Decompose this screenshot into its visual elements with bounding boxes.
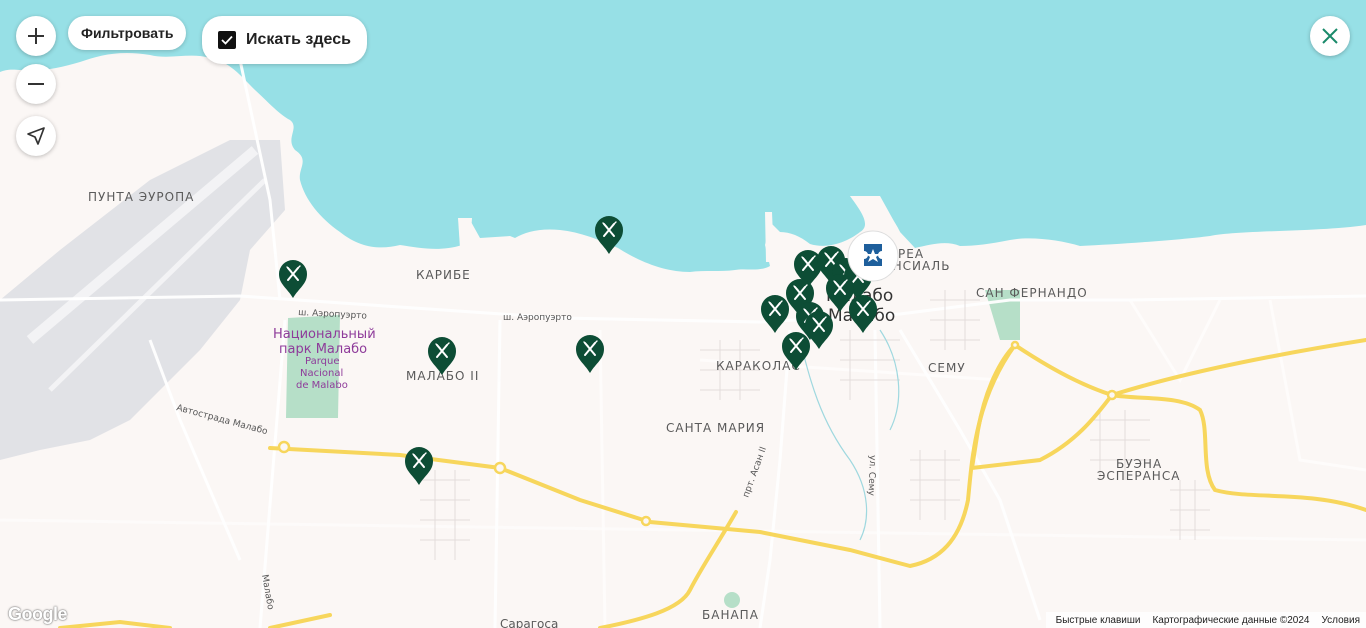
label-santa-maria: САНТА МАРИЯ (666, 421, 765, 435)
terms-link[interactable]: Условия (1321, 615, 1360, 626)
attribution-bar: Быстрые клавиши Картографические данные … (1045, 612, 1366, 628)
my-location-button[interactable] (16, 116, 56, 156)
label-karakolas: КАРАКОЛАС (716, 359, 801, 373)
label-park-sub-2: Nacional (300, 368, 343, 379)
plus-icon (28, 28, 44, 44)
checkmark-icon (221, 35, 233, 45)
filter-button[interactable]: Фильтровать (68, 16, 187, 50)
zoom-out-button[interactable] (16, 64, 56, 104)
search-here-checkbox[interactable] (218, 31, 236, 49)
google-logo: Google (8, 604, 68, 624)
label-park-sub-1: Parque (305, 356, 339, 367)
label-buena-esperansa-2: ЭСПЕРАНСА (1097, 469, 1180, 483)
zoom-in-button[interactable] (16, 16, 56, 56)
attraction-marker[interactable] (847, 230, 899, 282)
label-banapa: БАНАПА (702, 608, 759, 622)
label-saragosa: Сарагоса (500, 617, 558, 628)
search-here-label: Искать здесь (246, 31, 351, 48)
close-icon (1322, 28, 1338, 44)
keyboard-shortcuts-link[interactable]: Быстрые клавиши (1056, 615, 1141, 626)
label-park-1: Национальный (273, 327, 376, 342)
navigation-arrow-icon (27, 127, 45, 145)
label-punta-europa: ПУНТА ЭУРОПА (88, 190, 194, 204)
map-canvas[interactable]: ПУНТА ЭУРОПА КАРИБЕ МАЛАБО II КАРАКОЛАС … (0, 0, 1366, 628)
label-san-fernando: САН ФЕРНАНДО (976, 286, 1088, 300)
map-data-text: Картографические данные ©2024 (1152, 614, 1310, 626)
label-park-2: парк Малабо (279, 342, 367, 357)
road-label-semu: ул. Сему (866, 455, 877, 497)
label-karibe: КАРИБЕ (416, 268, 471, 282)
filter-button-label: Фильтровать (81, 25, 174, 41)
search-here-toggle[interactable]: Искать здесь (202, 16, 367, 64)
label-park-sub-3: de Malabo (296, 380, 348, 391)
minus-icon (28, 83, 44, 85)
close-button[interactable] (1310, 16, 1350, 56)
label-semu: СЕМУ (928, 361, 966, 375)
road-label-aeropuerto-2: ш. Аэропуэрто (503, 313, 572, 323)
